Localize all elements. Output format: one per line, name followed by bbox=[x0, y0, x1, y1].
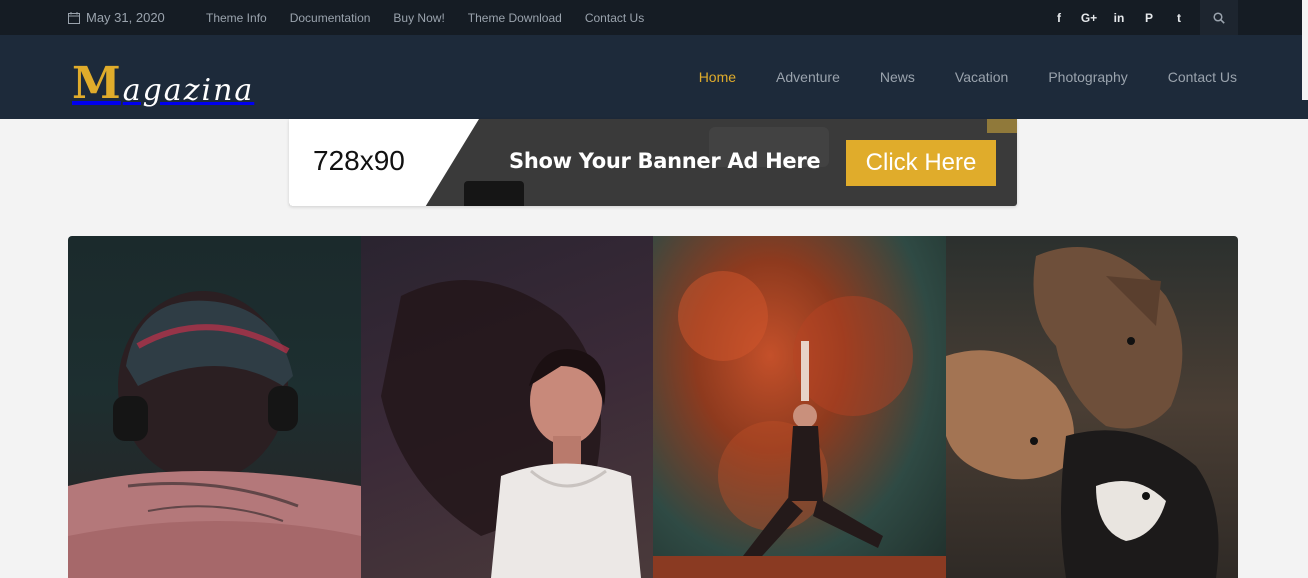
logo-text: agazina bbox=[122, 73, 255, 108]
nav-news[interactable]: News bbox=[880, 69, 915, 85]
site-header: M agazina Home Adventure News Vacation P… bbox=[0, 35, 1308, 119]
main-nav: Home Adventure News Vacation Photography… bbox=[659, 35, 1237, 119]
top-links: Theme Info Documentation Buy Now! Theme … bbox=[206, 11, 667, 25]
featured-image-yoga-pose[interactable] bbox=[653, 236, 946, 578]
nav-vacation[interactable]: Vacation bbox=[955, 69, 1008, 85]
window-edge bbox=[1302, 0, 1308, 100]
woman-portrait-image bbox=[380, 280, 641, 578]
calendar-icon bbox=[68, 11, 80, 24]
top-bar: May 31, 2020 Theme Info Documentation Bu… bbox=[0, 0, 1308, 35]
top-link-theme-download[interactable]: Theme Download bbox=[468, 11, 562, 25]
tattooed-person-image bbox=[68, 291, 361, 578]
linkedin-icon[interactable]: in bbox=[1104, 0, 1134, 35]
banner-background-accent bbox=[987, 119, 1017, 133]
banner-message: Show Your Banner Ad Here bbox=[509, 149, 821, 173]
nav-photography[interactable]: Photography bbox=[1048, 69, 1127, 85]
featured-gallery bbox=[68, 236, 1238, 578]
nav-adventure[interactable]: Adventure bbox=[776, 69, 840, 85]
banner-size-label: 728x90 bbox=[313, 145, 405, 176]
top-bar-inner: May 31, 2020 Theme Info Documentation Bu… bbox=[68, 0, 1238, 35]
dogs-image bbox=[945, 247, 1218, 578]
search-icon bbox=[1213, 11, 1225, 24]
top-link-documentation[interactable]: Documentation bbox=[290, 11, 371, 25]
yoga-pose-image bbox=[653, 271, 946, 578]
site-logo[interactable]: M agazina bbox=[72, 51, 254, 106]
google-plus-icon[interactable]: G+ bbox=[1074, 0, 1104, 35]
top-link-contact-us[interactable]: Contact Us bbox=[585, 11, 644, 25]
banner-cta-button[interactable]: Click Here bbox=[846, 140, 996, 186]
featured-image-woman-portrait[interactable] bbox=[360, 236, 653, 578]
twitter-icon[interactable]: t bbox=[1164, 0, 1194, 35]
date-text: May 31, 2020 bbox=[86, 10, 165, 25]
top-link-theme-info[interactable]: Theme Info bbox=[206, 11, 267, 25]
nav-home[interactable]: Home bbox=[699, 69, 736, 85]
banner-background-phone bbox=[464, 181, 524, 206]
pinterest-icon[interactable]: P bbox=[1134, 0, 1164, 35]
nav-contact-us[interactable]: Contact Us bbox=[1168, 69, 1237, 85]
social-links: f G+ in P t bbox=[1044, 0, 1238, 35]
search-button[interactable] bbox=[1200, 0, 1238, 35]
featured-image-dogs[interactable] bbox=[945, 236, 1238, 578]
banner-ad[interactable]: 728x90 Show Your Banner Ad Here Click He… bbox=[289, 119, 1017, 206]
logo-initial: M bbox=[72, 58, 121, 109]
current-date: May 31, 2020 bbox=[68, 10, 206, 25]
featured-image-tattooed-person[interactable] bbox=[68, 236, 361, 578]
top-link-buy-now[interactable]: Buy Now! bbox=[393, 11, 444, 25]
facebook-icon[interactable]: f bbox=[1044, 0, 1074, 35]
